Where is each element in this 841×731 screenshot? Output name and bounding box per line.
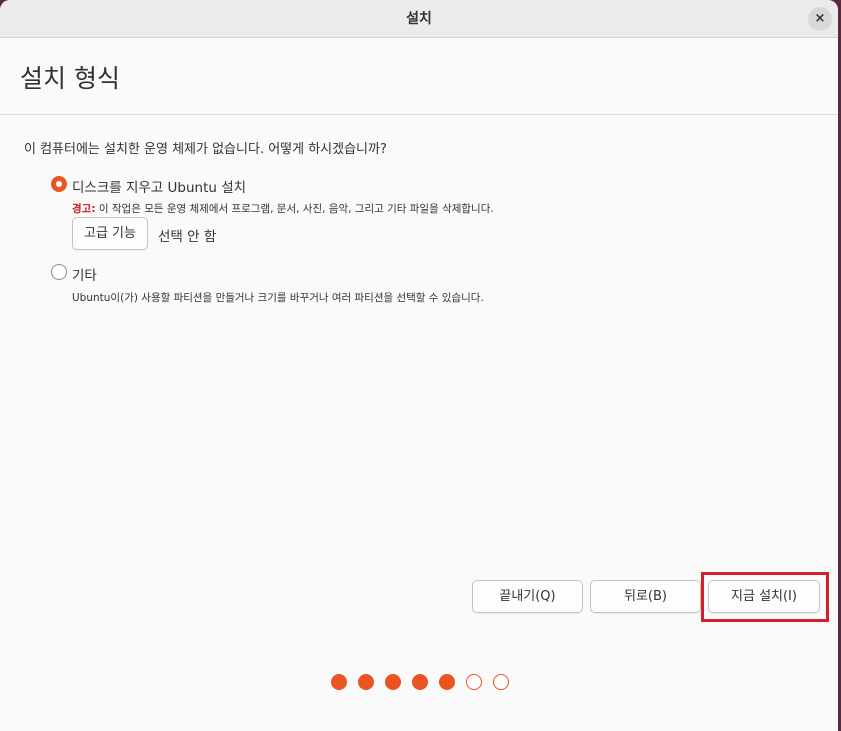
page-heading-area: 설치 형식	[0, 38, 838, 115]
progress-dot-7	[493, 674, 509, 690]
erase-disk-radio[interactable]	[51, 176, 67, 192]
installer-window: 설치 × 설치 형식 이 컴퓨터에는 설치한 운영 체제가 없습니다. 어떻게 …	[0, 0, 838, 731]
erase-disk-description: 경고: 이 작업은 모든 운영 체제에서 프로그램, 문서, 사진, 음악, 그…	[72, 201, 494, 216]
window-title: 설치	[406, 11, 432, 27]
progress-dot-2	[358, 674, 374, 690]
question-text: 이 컴퓨터에는 설치한 운영 체제가 없습니다. 어떻게 하시겠습니까?	[24, 142, 387, 157]
close-button[interactable]: ×	[808, 7, 832, 31]
progress-dot-5	[439, 674, 455, 690]
title-bar[interactable]: 설치 ×	[0, 0, 838, 38]
advanced-features-status: 선택 안 함	[158, 229, 217, 245]
progress-dot-1	[331, 674, 347, 690]
something-else-description: Ubuntu이(가) 사용할 파티션을 만들거나 크기를 바꾸거나 여러 파티션…	[72, 292, 484, 304]
install-highlight-box	[701, 572, 829, 622]
close-icon: ×	[814, 11, 826, 26]
progress-dot-4	[412, 674, 428, 690]
something-else-radio[interactable]	[51, 264, 67, 280]
progress-dot-3	[385, 674, 401, 690]
something-else-label[interactable]: 기타	[72, 264, 97, 284]
warning-text: 이 작업은 모든 운영 체제에서 프로그램, 문서, 사진, 음악, 그리고 기…	[98, 203, 494, 215]
quit-button[interactable]: 끝내기(Q)	[472, 580, 583, 613]
progress-dot-6	[466, 674, 482, 690]
erase-disk-label[interactable]: 디스크를 지우고 Ubuntu 설치	[72, 176, 246, 196]
warning-label: 경고:	[72, 203, 96, 215]
back-button[interactable]: 뒤로(B)	[590, 580, 701, 613]
page-title: 설치 형식	[20, 64, 120, 93]
advanced-features-button[interactable]: 고급 기능	[72, 217, 148, 250]
